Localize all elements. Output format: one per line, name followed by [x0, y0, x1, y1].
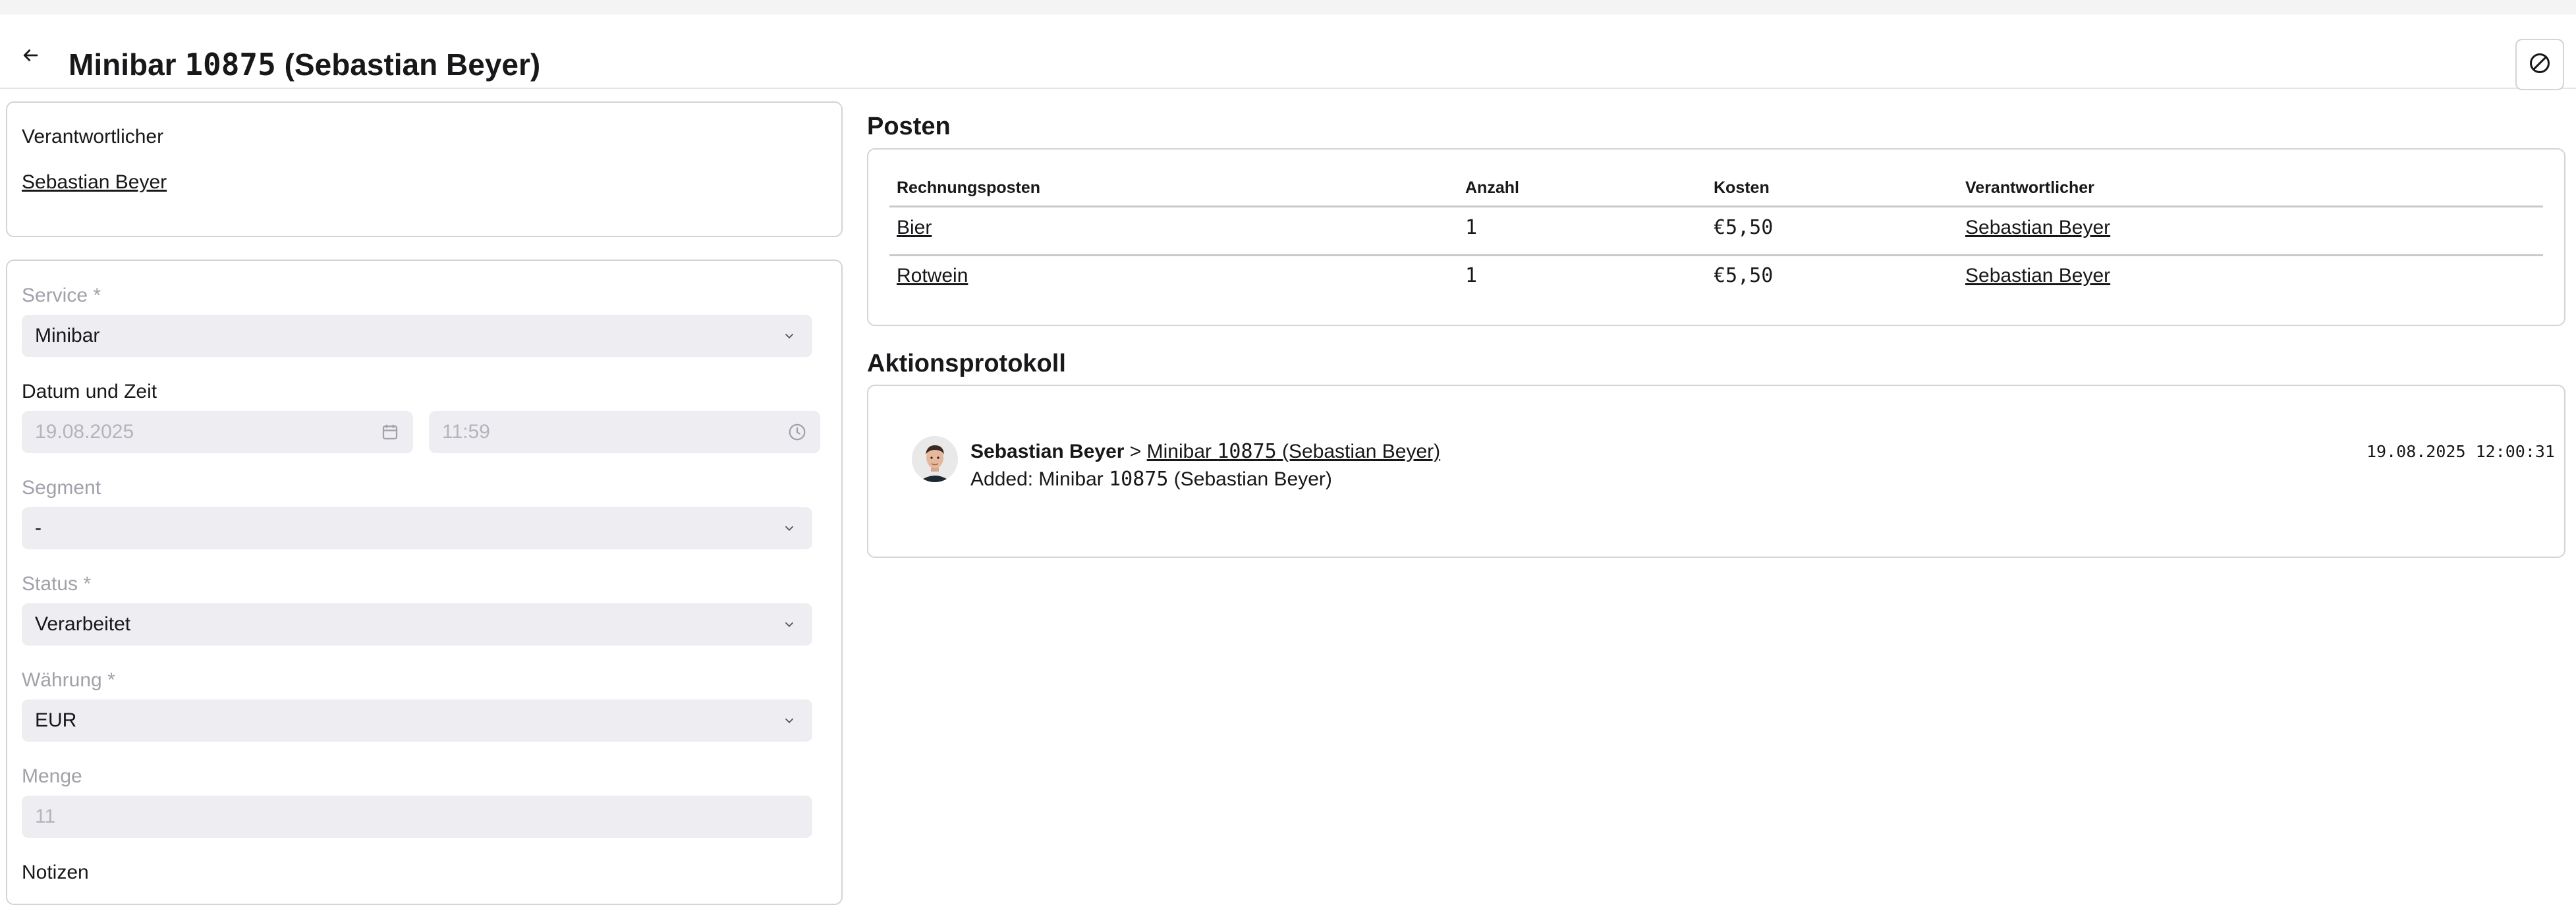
- chevron-down-icon: [779, 518, 799, 538]
- chevron-down-icon: [779, 711, 799, 730]
- title-suffix: (Sebastian Beyer): [275, 47, 541, 82]
- item-link[interactable]: Rotwein: [897, 264, 968, 288]
- notes-label: Notizen: [22, 862, 89, 883]
- quantity-input[interactable]: 11: [22, 796, 812, 838]
- page-header: Minibar 10875 (Sebastian Beyer): [0, 14, 2576, 90]
- quantity-label: Menge: [22, 765, 82, 787]
- column-header-cost: Kosten: [1714, 178, 1770, 197]
- table-row-divider: [889, 254, 2543, 256]
- page-title: Minibar 10875 (Sebastian Beyer): [69, 46, 540, 83]
- responsible-card: [6, 101, 843, 237]
- status-value: Verarbeitet: [35, 613, 131, 635]
- segment-label: Segment: [22, 477, 101, 499]
- service-select[interactable]: Minibar: [22, 315, 812, 357]
- log-detail-prefix: Added: Minibar: [970, 468, 1109, 490]
- count-cell: 1: [1465, 216, 1478, 239]
- column-header-count: Anzahl: [1465, 178, 1519, 197]
- back-button[interactable]: [14, 41, 46, 72]
- ban-icon: [2528, 51, 2552, 78]
- title-number: 10875: [184, 47, 276, 82]
- chevron-down-icon: [779, 326, 799, 346]
- log-separator: >: [1124, 441, 1147, 462]
- log-target-prefix: Minibar: [1146, 441, 1218, 462]
- top-strip: [0, 0, 2576, 14]
- responsible-link[interactable]: Sebastian Beyer: [1965, 264, 2110, 288]
- log-target-link[interactable]: Minibar 10875 (Sebastian Beyer): [1146, 440, 1441, 463]
- calendar-icon: [380, 422, 400, 442]
- status-label: Status *: [22, 573, 92, 595]
- log-timestamp: 19.08.2025 12:00:31: [2366, 442, 2555, 461]
- item-link[interactable]: Bier: [897, 216, 932, 240]
- responsible-label: Verantwortlicher: [22, 126, 164, 148]
- log-target-suffix: (Sebastian Beyer): [1276, 441, 1441, 462]
- posten-title: Posten: [867, 113, 951, 140]
- clock-icon: [787, 422, 807, 442]
- log-target-number: 10875: [1217, 440, 1277, 463]
- segment-value: -: [35, 517, 42, 539]
- responsible-name-link[interactable]: Sebastian Beyer: [22, 171, 167, 194]
- cancel-booking-button[interactable]: [2515, 39, 2564, 90]
- chevron-down-icon: [779, 615, 799, 634]
- currency-select[interactable]: EUR: [22, 699, 812, 742]
- service-value: Minibar: [35, 325, 100, 346]
- cost-cell: €5,50: [1714, 264, 1774, 287]
- column-header-item: Rechnungsposten: [897, 178, 1041, 197]
- table-header-divider: [889, 206, 2543, 207]
- currency-value: EUR: [35, 709, 77, 731]
- status-select[interactable]: Verarbeitet: [22, 603, 812, 645]
- log-entry-detail: Added: Minibar 10875 (Sebastian Beyer): [970, 468, 1332, 491]
- log-user: Sebastian Beyer: [970, 441, 1125, 462]
- avatar: [912, 436, 958, 482]
- column-header-responsible: Verantwortlicher: [1965, 178, 2094, 197]
- time-input[interactable]: 11:59: [429, 411, 820, 453]
- title-prefix: Minibar: [69, 47, 185, 82]
- log-detail-suffix: (Sebastian Beyer): [1168, 468, 1332, 490]
- cost-cell: €5,50: [1714, 216, 1774, 239]
- datetime-label: Datum und Zeit: [22, 381, 157, 402]
- log-detail-number: 10875: [1109, 468, 1169, 491]
- currency-label: Währung *: [22, 669, 115, 691]
- log-title: Aktionsprotokoll: [867, 350, 1066, 377]
- arrow-left-icon: [20, 45, 40, 69]
- time-value: 11:59: [442, 421, 490, 443]
- date-input[interactable]: 19.08.2025: [22, 411, 413, 453]
- date-value: 19.08.2025: [35, 421, 134, 443]
- count-cell: 1: [1465, 264, 1478, 287]
- service-label: Service *: [22, 285, 101, 306]
- log-entry-title: Sebastian Beyer > Minibar 10875 (Sebasti…: [970, 440, 1440, 464]
- quantity-value: 11: [35, 806, 56, 827]
- segment-select[interactable]: -: [22, 507, 812, 549]
- responsible-link[interactable]: Sebastian Beyer: [1965, 216, 2110, 240]
